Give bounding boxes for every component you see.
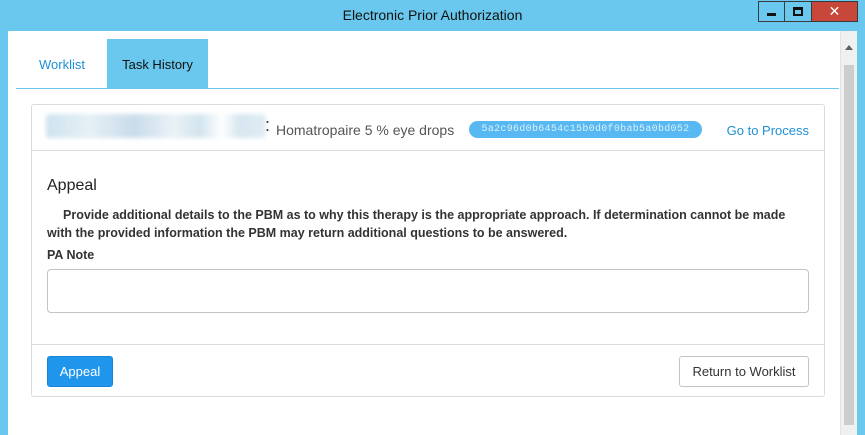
title-bar[interactable]: Electronic Prior Authorization ✕ <box>0 0 865 31</box>
pa-note-label: PA Note <box>47 248 95 262</box>
minimize-icon <box>767 13 776 16</box>
window-title: Electronic Prior Authorization <box>342 7 523 23</box>
maximize-icon <box>793 7 803 16</box>
header-separator: : <box>265 115 271 135</box>
vertical-scrollbar[interactable] <box>840 31 857 435</box>
go-to-process-link[interactable]: Go to Process <box>727 123 809 138</box>
window-content: Worklist Task History : Homatropaire 5 %… <box>8 31 857 435</box>
drug-name: Homatropaire 5 % eye drops <box>276 122 455 138</box>
tab-task-history[interactable]: Task History <box>107 39 208 89</box>
minimize-button[interactable] <box>758 1 785 22</box>
redacted-patient-name <box>46 114 266 138</box>
appeal-panel: : Homatropaire 5 % eye drops 5a2c96d0b64… <box>31 104 825 397</box>
return-to-worklist-button[interactable]: Return to Worklist <box>679 356 809 387</box>
section-title: Appeal <box>47 177 97 194</box>
tab-worklist[interactable]: Worklist <box>34 39 90 89</box>
scroll-up-arrow-icon[interactable] <box>845 45 853 50</box>
panel-footer: Appeal Return to Worklist <box>32 344 824 396</box>
pa-note-input[interactable] <box>47 269 809 313</box>
window-controls: ✕ <box>758 1 858 22</box>
close-button[interactable]: ✕ <box>812 1 858 22</box>
maximize-button[interactable] <box>785 1 812 22</box>
scroll-thumb[interactable] <box>844 65 854 425</box>
tab-bar: Worklist Task History <box>16 39 839 89</box>
panel-header: : Homatropaire 5 % eye drops 5a2c96d0b64… <box>32 105 824 151</box>
close-icon: ✕ <box>828 3 841 20</box>
request-id-badge: 5a2c96d0b6454c15b0d0f0bab5a0bd052 <box>469 121 702 138</box>
appeal-button[interactable]: Appeal <box>47 356 113 387</box>
appeal-description: Provide additional details to the PBM as… <box>47 208 786 240</box>
